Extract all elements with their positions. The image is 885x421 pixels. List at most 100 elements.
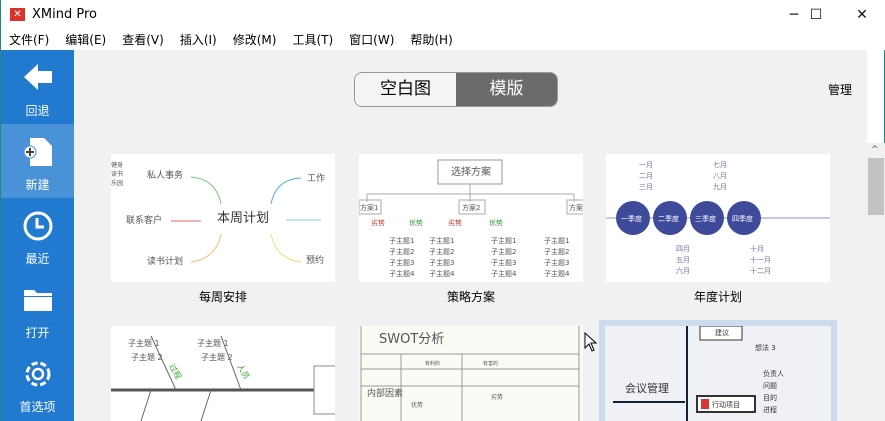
svg-text:一月: 一月 bbox=[639, 161, 653, 169]
menu-view[interactable]: 查看(V) bbox=[122, 30, 164, 50]
svg-text:子主题1: 子主题1 bbox=[429, 236, 454, 245]
blank-map-tab[interactable]: 空白图 bbox=[355, 73, 456, 106]
menu-edit[interactable]: 编辑(E) bbox=[65, 30, 106, 50]
svg-text:六月: 六月 bbox=[676, 266, 690, 275]
sidebar-item-open[interactable]: 打开 bbox=[1, 272, 74, 346]
svg-text:四季度: 四季度 bbox=[732, 214, 753, 223]
svg-text:子主题4: 子主题4 bbox=[491, 269, 517, 278]
svg-text:优势: 优势 bbox=[489, 218, 503, 227]
template-tab[interactable]: 模版 bbox=[456, 73, 557, 106]
svg-text:方案1: 方案1 bbox=[360, 203, 378, 212]
menu-window[interactable]: 窗口(W) bbox=[349, 30, 394, 50]
sidebar-item-label: 打开 bbox=[25, 326, 50, 340]
svg-text:子主题3: 子主题3 bbox=[491, 258, 516, 267]
template-name: 每周安排 bbox=[198, 290, 247, 304]
title-bar: ✕ XMind Pro ─ ☐ ✕ bbox=[1, 0, 885, 30]
svg-text:会议管理: 会议管理 bbox=[625, 381, 669, 395]
svg-text:私人事务: 私人事务 bbox=[147, 169, 183, 181]
template-name: 年度计划 bbox=[693, 290, 742, 304]
sidebar-item-label: 回退 bbox=[25, 104, 50, 118]
svg-text:劣势: 劣势 bbox=[491, 393, 503, 401]
template-card-fishbone[interactable]: 子主题 1 子主题 2 子主题 1 子主题 2 过程 人员 bbox=[111, 326, 335, 421]
svg-text:子主题 2: 子主题 2 bbox=[131, 352, 163, 362]
svg-text:十二月: 十二月 bbox=[750, 266, 771, 275]
svg-text:有害的: 有害的 bbox=[483, 360, 498, 367]
svg-text:优势: 优势 bbox=[411, 401, 423, 409]
svg-text:SWOT分析: SWOT分析 bbox=[379, 332, 444, 347]
back-arrow-icon bbox=[24, 64, 52, 90]
svg-text:进程: 进程 bbox=[763, 405, 777, 414]
svg-text:选择方案: 选择方案 bbox=[451, 165, 491, 178]
svg-text:四月: 四月 bbox=[676, 245, 690, 253]
window-title: XMind Pro bbox=[32, 7, 97, 22]
sidebar-item-back[interactable]: 回退 bbox=[1, 50, 74, 124]
svg-text:子主题3: 子主题3 bbox=[429, 258, 454, 267]
template-name: 策略方案 bbox=[446, 290, 495, 304]
menu-bar: 文件(F) 编辑(E) 查看(V) 插入(I) 修改(M) 工具(T) 窗口(W… bbox=[1, 30, 885, 50]
menu-modify[interactable]: 修改(M) bbox=[233, 30, 277, 50]
template-card-weekly[interactable]: 本周计划 私人事务 工作 联系客户 读书计划 预约 健身 读书 乐园 bbox=[111, 154, 335, 282]
svg-text:工作: 工作 bbox=[307, 172, 325, 184]
svg-text:子主题3: 子主题3 bbox=[544, 258, 569, 267]
svg-text:子主题 1: 子主题 1 bbox=[128, 338, 160, 348]
svg-text:有利的: 有利的 bbox=[425, 360, 440, 367]
mouse-cursor-icon bbox=[584, 332, 598, 352]
svg-text:优势: 优势 bbox=[409, 218, 423, 227]
svg-text:过程: 过程 bbox=[167, 362, 184, 381]
svg-text:健身: 健身 bbox=[111, 161, 123, 169]
template-thumbnail: 子主题 1子主题 2 子主题 1子主题 2 过程 人员 bbox=[111, 335, 335, 421]
svg-text:想法 3: 想法 3 bbox=[755, 343, 776, 352]
template-card-meeting[interactable]: 会议管理 建议 想法 3 行动项目 负责人 问题 目的 进程 bbox=[599, 320, 837, 421]
sidebar: 回退 新建 最近 打开 首选项 bbox=[1, 50, 74, 421]
close-button[interactable]: ✕ bbox=[839, 0, 885, 30]
svg-text:读书计划: 读书计划 bbox=[147, 255, 183, 267]
template-thumbnail: 会议管理 建议 想法 3 行动项目 负责人问题 目的进程 bbox=[605, 325, 831, 421]
svg-text:人员: 人员 bbox=[235, 363, 251, 381]
maximize-button[interactable]: ☐ bbox=[793, 0, 839, 30]
svg-text:子主题2: 子主题2 bbox=[429, 247, 454, 256]
template-card-swot[interactable]: SWOT分析 内部因素 有利的 有害的 优势 劣势 bbox=[359, 326, 583, 421]
svg-text:九月: 九月 bbox=[713, 182, 727, 191]
svg-text:二季度: 二季度 bbox=[658, 214, 679, 223]
scroll-up-icon[interactable]: ^ bbox=[871, 145, 879, 155]
svg-text:七月: 七月 bbox=[713, 160, 727, 169]
svg-text:乐园: 乐园 bbox=[111, 180, 123, 187]
svg-text:子主题4: 子主题4 bbox=[389, 269, 415, 278]
vertical-scrollbar[interactable]: ^ bbox=[867, 143, 885, 421]
svg-text:三季度: 三季度 bbox=[695, 214, 716, 223]
sidebar-item-new[interactable]: 新建 bbox=[1, 124, 74, 198]
clock-icon bbox=[23, 211, 53, 241]
svg-text:子主题1: 子主题1 bbox=[389, 236, 414, 245]
template-thumbnail: 选择方案 方案1 方案2 方案 劣势 优势 劣势 优势 子主题1 子主题2 子主题3 子… bbox=[359, 159, 583, 278]
svg-text:劣势: 劣势 bbox=[448, 218, 462, 227]
gear-icon bbox=[25, 361, 51, 387]
svg-text:方案: 方案 bbox=[569, 203, 583, 212]
menu-help[interactable]: 帮助(H) bbox=[410, 30, 452, 50]
svg-text:一季度: 一季度 bbox=[621, 214, 642, 223]
svg-text:读书: 读书 bbox=[111, 170, 123, 178]
sidebar-item-preferences[interactable]: 首选项 bbox=[1, 346, 74, 420]
svg-text:本周计划: 本周计划 bbox=[217, 211, 269, 226]
svg-text:负责人: 负责人 bbox=[763, 369, 784, 378]
svg-text:劣势: 劣势 bbox=[371, 218, 385, 227]
scrollbar-thumb[interactable] bbox=[868, 158, 884, 215]
menu-file[interactable]: 文件(F) bbox=[9, 30, 49, 50]
template-gallery: 空白图 模版 管理 本周计划 私人事务 工作 联系客户 读书计划 预约 健身 读… bbox=[74, 50, 867, 421]
sidebar-item-label: 新建 bbox=[25, 178, 50, 192]
menu-insert[interactable]: 插入(I) bbox=[180, 30, 217, 50]
svg-text:内部因素: 内部因素 bbox=[367, 387, 403, 399]
xmind-logo-icon: ✕ bbox=[10, 8, 25, 21]
template-card-annual[interactable]: 一季度 二季度 三季度 四季度 一月 二月 三月 七月 八月 九月 四月 五月 六月 十月 十一月… bbox=[606, 154, 830, 282]
svg-text:子主题4: 子主题4 bbox=[429, 269, 455, 278]
svg-text:子主题3: 子主题3 bbox=[389, 258, 414, 267]
sidebar-item-recent[interactable]: 最近 bbox=[1, 198, 74, 272]
svg-text:行动项目: 行动项目 bbox=[712, 400, 740, 409]
svg-text:子主题4: 子主题4 bbox=[544, 269, 570, 278]
template-thumbnail: SWOT分析 内部因素 有利的 有害的 优势 劣势 bbox=[360, 326, 580, 421]
svg-text:三月: 三月 bbox=[639, 183, 653, 191]
menu-tools[interactable]: 工具(T) bbox=[292, 30, 333, 50]
svg-text:子主题1: 子主题1 bbox=[491, 236, 516, 245]
manage-link[interactable]: 管理 bbox=[828, 81, 852, 98]
template-card-strategy[interactable]: 选择方案 方案1 方案2 方案 劣势 优势 劣势 优势 子主题1 子主题2 子主题3 子… bbox=[359, 154, 583, 282]
sidebar-item-label: 最近 bbox=[25, 252, 50, 266]
